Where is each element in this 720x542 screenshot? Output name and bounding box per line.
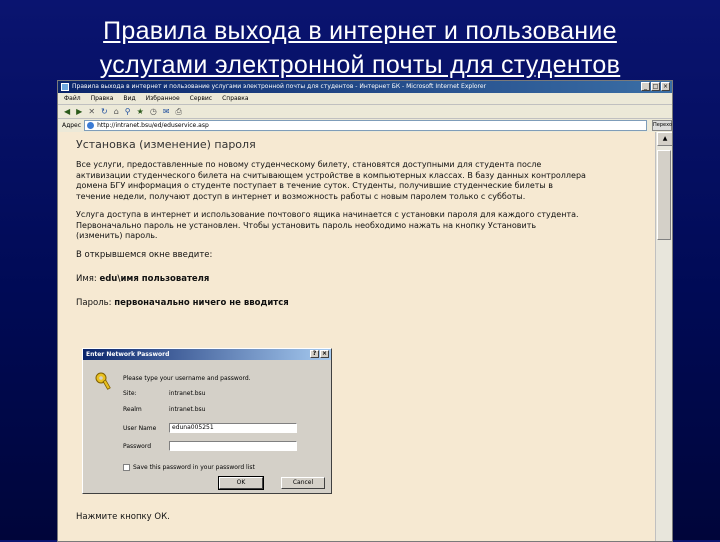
password-instruction: Пароль: первоначально ничего не вводится (76, 298, 656, 308)
save-password-checkbox[interactable] (123, 464, 130, 471)
paragraph-line: домена БГУ информация о студенте поступа… (76, 181, 553, 190)
paragraph-line: течение недели, получают доступ в интерн… (76, 191, 526, 201)
maximize-icon[interactable]: □ (651, 82, 660, 91)
password-value: первоначально ничего не вводится (114, 297, 289, 308)
menu-file[interactable]: Файл (64, 93, 81, 104)
browser-window-title: Правила выхода в интернет и пользование … (72, 83, 487, 90)
name-instruction: Имя: edu\имя пользователя (76, 274, 656, 284)
favorites-icon[interactable]: ★ (137, 106, 144, 118)
network-password-dialog: Enter Network Password ? × Please type y… (82, 348, 332, 494)
history-icon[interactable]: ◷ (150, 106, 157, 118)
forward-icon[interactable]: ▶ (76, 106, 82, 118)
paragraph-password: Услуга доступа в интернет и использовани… (76, 210, 656, 242)
paragraph-line: Все услуги, предоставленные по новому ст… (76, 160, 542, 169)
name-value: edu\имя пользователя (99, 273, 210, 284)
menu-help[interactable]: Справка (222, 93, 248, 104)
browser-titlebar: Правила выхода в интернет и пользование … (58, 81, 672, 93)
site-value: intranet.bsu (169, 390, 206, 397)
save-password-label: Save this password in your password list (133, 464, 255, 471)
address-label: Адрес (62, 122, 82, 129)
cancel-button[interactable]: Cancel (281, 477, 325, 489)
password-input[interactable] (169, 441, 297, 451)
close-icon[interactable]: × (661, 82, 670, 91)
menu-view[interactable]: Вид (123, 93, 135, 104)
slide-title-line-2: услугами электронной почты для студентов (99, 51, 621, 79)
address-input[interactable]: http://intranet.bsu/ed/eduservice.asp (84, 120, 647, 131)
menu-tools[interactable]: Сервис (190, 93, 212, 104)
menu-edit[interactable]: Правка (91, 93, 114, 104)
print-icon[interactable]: ⎙ (176, 106, 182, 118)
address-bar: Адрес http://intranet.bsu/ed/eduservice.… (58, 119, 672, 133)
key-icon (95, 372, 111, 390)
stop-icon[interactable]: ✕ (88, 106, 95, 118)
menu-favorites[interactable]: Избранное (146, 93, 180, 104)
paragraph-line: Услуга доступа в интернет и использовани… (76, 210, 579, 219)
paragraph-activation: Все услуги, предоставленные по новому ст… (76, 160, 656, 202)
dialog-title: Enter Network Password ? × (83, 349, 331, 360)
search-icon[interactable]: ⚲ (125, 106, 131, 118)
ok-button[interactable]: OK (218, 476, 264, 490)
page-content: Установка (изменение) пароля Все услуги,… (58, 132, 656, 541)
window-controls: _ □ × (641, 82, 670, 91)
dialog-prompt: Please type your username and password. (123, 375, 251, 382)
name-label: Имя: (76, 273, 100, 284)
dialog-controls: ? × (310, 350, 329, 358)
back-icon[interactable]: ◀ (64, 106, 70, 118)
minimize-icon[interactable]: _ (641, 82, 650, 91)
dialog-close-icon[interactable]: × (320, 350, 329, 358)
page-heading: Установка (изменение) пароля (76, 138, 256, 151)
ie-window-icon (61, 83, 69, 91)
menu-bar: Файл Правка Вид Избранное Сервис Справка (58, 93, 672, 105)
help-icon[interactable]: ? (310, 350, 319, 358)
address-value: http://intranet.bsu/ed/eduservice.asp (97, 122, 209, 129)
username-label: User Name (123, 425, 157, 432)
paragraph-line: Первоначально пароль не установлен. Чтоб… (76, 220, 537, 230)
footer-instruction: Нажмите кнопку ОК. (76, 512, 170, 522)
dialog-title-text: Enter Network Password (86, 351, 170, 358)
vertical-scrollbar[interactable]: ▲ (655, 132, 672, 541)
paragraph-line: (изменить) пароль. (76, 231, 158, 240)
scrollbar-thumb[interactable] (657, 150, 671, 240)
username-input[interactable]: eduna005251 (169, 423, 297, 433)
paragraph-line: активизации студенческого билета на счит… (76, 170, 586, 180)
toolbar: ◀ ▶ ✕ ↻ ⌂ ⚲ ★ ◷ ✉ ⎙ (58, 105, 672, 119)
home-icon[interactable]: ⌂ (114, 106, 119, 118)
realm-label: Realm (123, 406, 142, 413)
realm-value: intranet.bsu (169, 406, 206, 413)
site-label: Site: (123, 390, 137, 397)
password-label: Пароль: (76, 297, 115, 308)
page-icon (87, 122, 95, 129)
save-password-option: Save this password in your password list (123, 464, 255, 471)
slide-title: Правила выхода в интернет и пользование … (0, 14, 720, 82)
prompt-line: В открывшемся окне введите: (76, 249, 213, 260)
password-field-label: Password (123, 443, 152, 450)
slide-title-line-1: Правила выхода в интернет и пользование (103, 17, 617, 45)
mail-icon[interactable]: ✉ (163, 106, 170, 118)
browser-window: Правила выхода в интернет и пользование … (57, 80, 673, 542)
refresh-icon[interactable]: ↻ (101, 106, 108, 118)
go-button[interactable]: Переход (652, 120, 672, 131)
scroll-up-icon[interactable]: ▲ (657, 132, 672, 146)
